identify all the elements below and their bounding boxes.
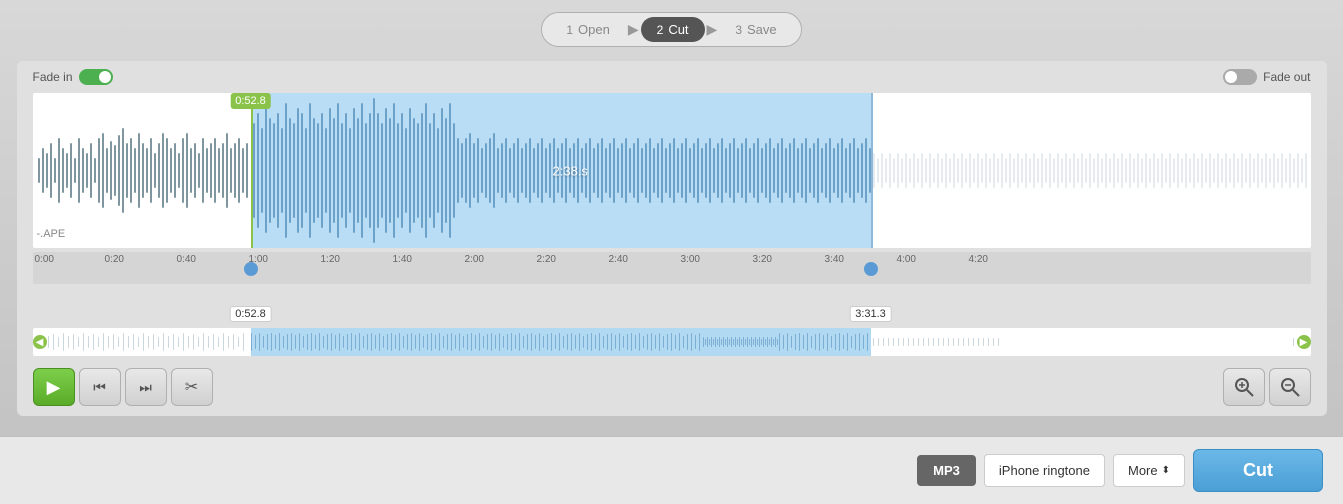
- file-type-label: -.APE: [37, 228, 66, 240]
- time-4-00: 4:00: [897, 254, 916, 265]
- skip-back-button[interactable]: ⏮: [79, 368, 121, 406]
- start-marker: [251, 93, 253, 248]
- mini-right-handle[interactable]: ▶: [1297, 335, 1311, 349]
- fade-out-control: Fade out: [1223, 69, 1310, 85]
- step-open-label: Open: [578, 22, 610, 37]
- format-mp3-button[interactable]: MP3: [917, 455, 976, 486]
- skip-forward-button[interactable]: ⏭: [125, 368, 167, 406]
- cut-button[interactable]: Cut: [1193, 449, 1323, 492]
- fade-out-label: Fade out: [1263, 70, 1310, 84]
- mini-left-handle[interactable]: ◀: [33, 335, 47, 349]
- step-arrow-2: ▶: [707, 21, 718, 38]
- mini-waveform-svg: [33, 328, 1311, 356]
- bottom-bar: MP3 iPhone ringtone More ⬍ Cut: [0, 436, 1343, 504]
- zoom-in-button[interactable]: [1223, 368, 1265, 406]
- fade-in-control: Fade in: [33, 69, 113, 85]
- fade-in-label: Fade in: [33, 70, 73, 84]
- playback-controls: ▶ ⏮ ⏭ ✂: [33, 368, 213, 406]
- step-save[interactable]: 3 Save: [719, 17, 792, 42]
- time-1-40: 1:40: [393, 254, 412, 265]
- fade-out-toggle[interactable]: [1223, 69, 1257, 85]
- editor-area: Fade in Fade out // This is inside SVG s…: [17, 61, 1327, 416]
- time-0-00: 0:00: [35, 254, 54, 265]
- step-save-num: 3: [735, 23, 742, 37]
- zoom-out-icon: [1280, 377, 1300, 397]
- zoom-in-icon: [1234, 377, 1254, 397]
- step-cut-label: Cut: [668, 22, 688, 37]
- more-options-button[interactable]: More ⬍: [1113, 454, 1185, 487]
- end-drag-handle[interactable]: [864, 262, 878, 276]
- ruler-times: 0:00 0:20 0:40 1:00 1:20 1:40 2:00 2:20 …: [33, 252, 1311, 284]
- timeline-ruler[interactable]: 0:00 0:20 0:40 1:00 1:20 1:40 2:00 2:20 …: [33, 252, 1311, 284]
- time-1-20: 1:20: [321, 254, 340, 265]
- end-time-label: 3:31.3: [849, 306, 892, 322]
- step-save-label: Save: [747, 22, 777, 37]
- start-drag-handle[interactable]: [244, 262, 258, 276]
- zoom-out-button[interactable]: [1269, 368, 1311, 406]
- waveform-container[interactable]: // This is inside SVG so we'll just do s…: [33, 93, 1311, 248]
- time-2-20: 2:20: [537, 254, 556, 265]
- duration-label: 2:38.s: [553, 163, 588, 178]
- time-3-40: 3:40: [825, 254, 844, 265]
- zoom-controls: [1223, 368, 1311, 406]
- time-3-20: 3:20: [753, 254, 772, 265]
- step-arrow-1: ▶: [628, 21, 639, 38]
- timeline-wrapper: 0:00 0:20 0:40 1:00 1:20 1:40 2:00 2:20 …: [33, 252, 1311, 304]
- time-2-40: 2:40: [609, 254, 628, 265]
- fade-controls: Fade in Fade out: [33, 69, 1311, 85]
- start-time-label: 0:52.8: [229, 306, 272, 322]
- step-cut-num: 2: [657, 23, 664, 37]
- step-cut[interactable]: 2 Cut: [641, 17, 705, 42]
- time-2-00: 2:00: [465, 254, 484, 265]
- controls-row: ▶ ⏮ ⏭ ✂: [33, 368, 1311, 406]
- wizard-steps: 1 Open ▶ 2 Cut ▶ 3 Save: [541, 12, 801, 47]
- more-label: More: [1128, 463, 1158, 478]
- play-button[interactable]: ▶: [33, 368, 75, 406]
- time-0-20: 0:20: [105, 254, 124, 265]
- time-3-00: 3:00: [681, 254, 700, 265]
- fade-in-toggle[interactable]: [79, 69, 113, 85]
- time-0-40: 0:40: [177, 254, 196, 265]
- step-open[interactable]: 1 Open: [550, 17, 626, 42]
- step-open-num: 1: [566, 23, 573, 37]
- time-4-20: 4:20: [969, 254, 988, 265]
- more-chevron-icon: ⬍: [1162, 465, 1170, 476]
- start-marker-label: 0:52.8: [230, 93, 271, 109]
- type-iphone-button[interactable]: iPhone ringtone: [984, 454, 1105, 487]
- mini-waveform[interactable]: ◀ ▶: [33, 328, 1311, 356]
- app-container: 1 Open ▶ 2 Cut ▶ 3 Save Fade in Fade out: [0, 0, 1343, 504]
- cut-tool-button[interactable]: ✂: [171, 368, 213, 406]
